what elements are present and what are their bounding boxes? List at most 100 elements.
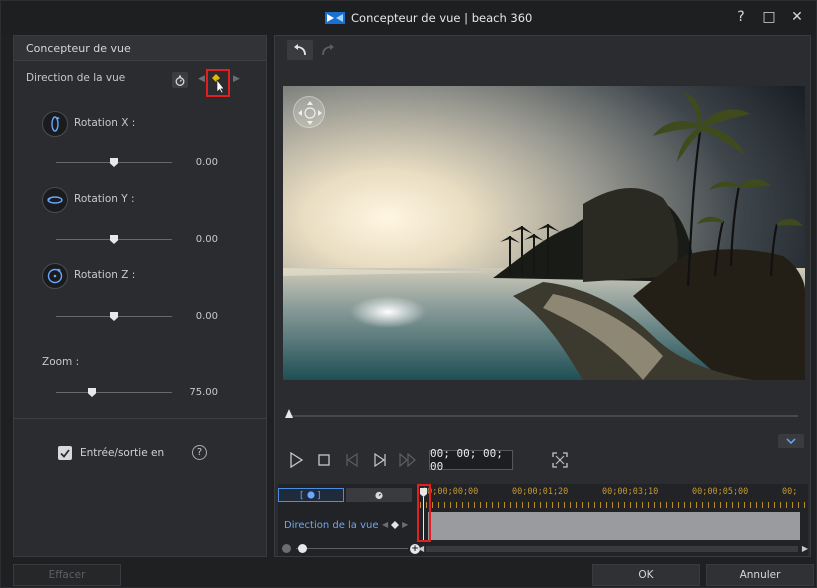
playback-scrubber[interactable] [287,415,798,417]
previous-keyframe-icon[interactable]: ◀ [198,74,205,84]
navigation-arrows-icon [298,101,322,125]
fit-screen-button[interactable] [551,451,569,469]
svg-text:]: ] [317,491,321,500]
zoom-out-icon[interactable] [282,544,291,553]
panel-header: Concepteur de vue [14,36,266,61]
panel-divider [14,418,266,419]
chevron-down-icon [786,438,796,444]
undo-icon [294,44,306,56]
playhead-marker-icon [420,488,427,540]
expand-timeline-button[interactable] [778,434,804,448]
timeline-zoom-slider[interactable] [296,548,408,549]
timeline-zoom-thumb[interactable] [298,544,307,553]
help-button[interactable]: ? [734,9,748,25]
transport-controls: 00; 00; 00; 00 [287,447,569,473]
redo-icon [322,44,334,56]
rotation-z-icon [42,263,68,289]
ruler-label: 00;00;05;00 [692,487,749,497]
rotation-y-value: 0.00 [195,234,218,245]
timecode-display[interactable]: 00; 00; 00; 00 [429,447,513,473]
entry-exit-checkbox[interactable] [58,446,72,460]
fast-forward-icon [399,453,416,467]
play-button[interactable] [287,451,305,469]
rotation-y-icon [42,187,68,213]
scroll-right-icon[interactable]: ▶ [802,544,808,553]
dialog-footer: Effacer OK Annuler [1,563,816,587]
preview-toolbar [287,40,341,60]
view-direction-label: Direction de la vue [26,72,126,84]
fast-forward-button[interactable] [399,451,417,469]
rotation-y-label: Rotation Y : [74,193,135,205]
scroll-left-icon[interactable]: ◀ [418,544,424,553]
preview-panel: 00; 00; 00; 00 [ ] 00;00;00;00 00;00;01;… [274,35,811,557]
ok-button[interactable]: OK [592,564,700,586]
pan-navigation-control[interactable] [293,96,325,128]
close-button[interactable]: ✕ [790,9,804,25]
view-designer-panel: Concepteur de vue Direction de la vue ◀ … [13,35,267,557]
zoom-slider-thumb[interactable] [88,388,96,397]
zoom-label: Zoom : [42,356,80,368]
rotation-z-label: Rotation Z : [74,269,136,281]
previous-keyframe-icon[interactable]: ◀ [382,520,388,529]
ruler-ticks [420,502,808,508]
rotation-z-value: 0.00 [195,311,218,322]
undo-button[interactable] [287,40,313,60]
rotation-x-label: Rotation X : [74,117,136,129]
redo-button[interactable] [315,40,341,60]
ruler-label: 00; [782,487,798,497]
ruler-label: 00;00;03;10 [602,487,659,497]
rotation-x-icon [42,111,68,137]
stop-icon [318,454,330,466]
rotation-z-slider-thumb[interactable] [110,312,118,321]
entry-exit-label: Entrée/sortie en [80,447,165,459]
fullscreen-icon [552,452,568,468]
beach-scene-image [283,86,805,380]
window-title: Concepteur de vue | beach 360 [351,11,533,25]
timeline-tabs: [ ] [278,488,412,502]
add-keyframe-button[interactable] [206,69,230,97]
ruler-label: 00;00;01;20 [512,487,569,497]
rotation-x-value: 0.00 [195,157,218,168]
stopwatch-icon [175,75,185,86]
next-keyframe-icon[interactable]: ▶ [402,520,408,529]
maximize-button[interactable]: □ [762,9,776,25]
rotation-y-slider-thumb[interactable] [110,235,118,244]
erase-button[interactable]: Effacer [13,564,121,586]
window-controls: ? □ ✕ [734,9,804,25]
video-preview[interactable] [283,86,805,380]
cancel-button[interactable]: Annuler [706,564,814,586]
zoom-value: 75.00 [189,387,218,398]
play-icon [290,452,303,468]
checkmark-icon [60,448,70,458]
view-direction-tab-icon: [ ] [300,491,321,500]
view-designer-window: Concepteur de vue | beach 360 ? □ ✕ Conc… [0,0,817,588]
app-logo-icon [325,12,345,24]
playhead-highlight[interactable] [417,484,431,542]
tab-view-direction[interactable]: [ ] [278,488,344,502]
rotation-x-slider-thumb[interactable] [110,158,118,167]
timeline-horizontal-scrollbar[interactable]: ◀ ▶ [418,544,808,553]
tab-timer[interactable] [346,488,412,502]
help-icon[interactable]: ? [192,445,207,460]
previous-frame-icon [346,453,358,467]
timeline-zoom-row: + ◀ ▶ [282,544,810,554]
next-keyframe-icon[interactable]: ▶ [233,74,240,84]
scrubber-thumb[interactable] [285,409,293,418]
track-label-view-direction: Direction de la vue [284,520,379,531]
title-bar: Concepteur de vue | beach 360 ? □ ✕ [1,1,816,35]
track-keyframe-nav: ◀ ▶ [382,520,408,529]
keyframe-diamond-icon [212,74,225,93]
next-frame-button[interactable] [371,451,389,469]
view-direction-track[interactable] [428,512,800,540]
zoom-slider[interactable] [56,392,172,393]
window-title-group: Concepteur de vue | beach 360 [325,10,532,26]
keyframe-timeline: [ ] 00;00;00;00 00;00;01;20 00;00;03;10 … [278,484,808,556]
stopwatch-icon [375,491,383,500]
next-frame-icon [374,453,386,467]
svg-text:[: [ [300,491,304,500]
timer-button[interactable] [172,72,188,88]
stop-button[interactable] [315,451,333,469]
previous-frame-button[interactable] [343,451,361,469]
keyframe-diamond-icon[interactable] [391,520,400,529]
timeline-ruler[interactable]: 00;00;00;00 00;00;01;20 00;00;03;10 00;0… [420,484,808,508]
